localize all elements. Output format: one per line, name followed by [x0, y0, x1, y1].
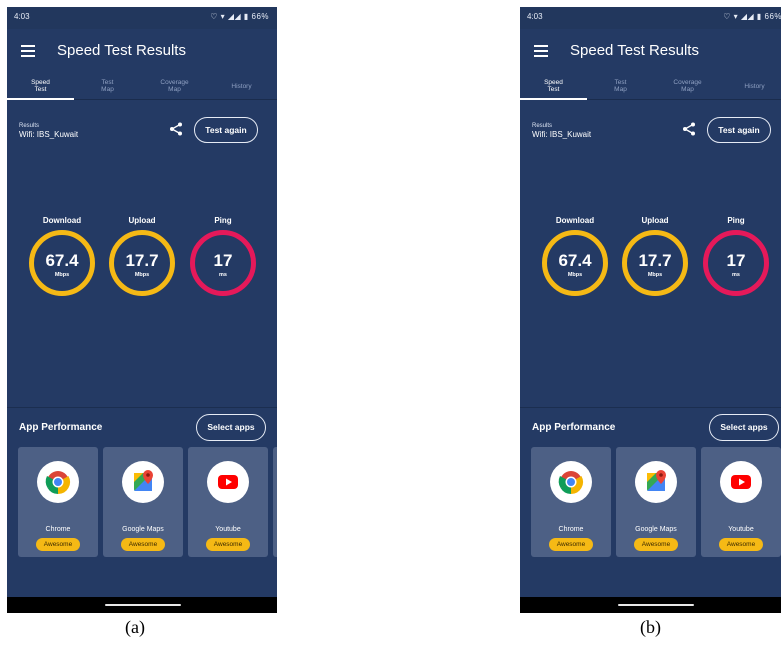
status-time: 4:03 [14, 12, 30, 21]
tab-history[interactable]: History [208, 73, 275, 99]
rating-badge-chrome: Awesome [36, 538, 80, 551]
download-metric: Download 67.4 Mbps [29, 216, 95, 296]
google-maps-icon [635, 461, 677, 503]
upload-unit: Mbps [134, 272, 150, 278]
app-card-youtube[interactable]: Youtube Awesome [701, 447, 781, 557]
download-label: Download [42, 216, 82, 225]
upload-ring: 17.7 Mbps [109, 230, 175, 296]
test-again-button[interactable]: Test again [194, 117, 258, 143]
test-again-button[interactable]: Test again [707, 117, 771, 143]
ping-label: Ping [214, 216, 232, 225]
download-value: 67.4 [558, 251, 592, 270]
app-card-youtube[interactable]: Youtube Awesome [188, 447, 268, 557]
tab-test-map[interactable]: Test Map [587, 73, 654, 99]
ping-metric: Ping 17 ms [190, 216, 256, 296]
phone-screen-b: 4:03 ♡ ▾ ◢◢ ▮ 66% Speed Test Results Spe… [520, 7, 781, 613]
ping-unit: ms [732, 272, 740, 278]
select-apps-button[interactable]: Select apps [196, 414, 266, 441]
download-label: Download [555, 216, 595, 225]
ping-metric: Ping 17 ms [703, 216, 769, 296]
rating-badge-youtube: Awesome [719, 538, 763, 551]
tab-bar: Speed Test Test Map Coverage Map History [7, 73, 277, 100]
network-name: Wifi: IBS_Kuwait [19, 130, 79, 139]
page-title: Speed Test Results [570, 42, 699, 59]
app-name-chrome: Chrome [558, 526, 584, 533]
status-bar: 4:03 ♡ ▾ ◢◢ ▮ 66% [520, 7, 781, 29]
upload-value: 17.7 [638, 251, 672, 270]
status-icons: ♡ ▾ ◢◢ ▮ 66% [723, 12, 781, 21]
tab-speed-test[interactable]: Speed Test [7, 73, 74, 100]
tab-speed-test[interactable]: Speed Test [520, 73, 587, 100]
tab-test-map[interactable]: Test Map [74, 73, 141, 99]
chrome-icon [550, 461, 592, 503]
share-icon[interactable] [169, 122, 183, 136]
download-ring: 67.4 Mbps [29, 230, 95, 296]
ping-value: 17 [213, 251, 233, 270]
status-time: 4:03 [527, 12, 543, 21]
upload-label: Upload [128, 216, 156, 225]
status-bar: 4:03 ♡ ▾ ◢◢ ▮ 66% [7, 7, 277, 29]
results-label: Results [532, 123, 553, 129]
download-unit: Mbps [54, 272, 70, 278]
ping-label: Ping [727, 216, 745, 225]
app-performance-title: App Performance [532, 422, 616, 433]
home-gesture-bar[interactable] [618, 604, 694, 606]
app-bar: Speed Test Results [520, 29, 781, 73]
app-performance-title: App Performance [19, 422, 103, 433]
app-card-chrome[interactable]: Chrome Awesome [531, 447, 611, 557]
status-icons: ♡ ▾ ◢◢ ▮ 66% [210, 12, 269, 21]
tab-coverage-map[interactable]: Coverage Map [141, 73, 208, 99]
network-name: Wifi: IBS_Kuwait [532, 130, 592, 139]
ping-value: 17 [726, 251, 746, 270]
upload-label: Upload [641, 216, 669, 225]
app-card-google-maps[interactable]: Google Maps Awesome [616, 447, 696, 557]
app-name-google-maps: Google Maps [635, 526, 677, 533]
app-card-partial[interactable] [273, 447, 277, 557]
section-divider [7, 407, 277, 408]
youtube-icon [207, 461, 249, 503]
google-maps-icon [122, 461, 164, 503]
download-value: 67.4 [45, 251, 79, 270]
rating-badge-google-maps: Awesome [121, 538, 165, 551]
ping-ring: 17 ms [190, 230, 256, 296]
app-card-chrome[interactable]: Chrome Awesome [18, 447, 98, 557]
results-label: Results [19, 123, 40, 129]
system-nav-bar [7, 597, 277, 613]
page-title: Speed Test Results [57, 42, 186, 59]
upload-value: 17.7 [125, 251, 159, 270]
caption-b: (b) [640, 617, 661, 637]
select-apps-button[interactable]: Select apps [709, 414, 779, 441]
ping-unit: ms [219, 272, 227, 278]
download-metric: Download 67.4 Mbps [542, 216, 608, 296]
app-name-chrome: Chrome [45, 526, 71, 533]
tab-bar: Speed Test Test Map Coverage Map History [520, 73, 781, 100]
system-nav-bar [520, 597, 781, 613]
ping-ring: 17 ms [703, 230, 769, 296]
upload-metric: Upload 17.7 Mbps [622, 216, 688, 296]
app-name-google-maps: Google Maps [122, 526, 164, 533]
phone-screen-a: 4:03 ♡ ▾ ◢◢ ▮ 66% Speed Test Results Spe… [7, 7, 277, 613]
menu-icon[interactable] [534, 45, 548, 57]
app-bar: Speed Test Results [7, 29, 277, 73]
rating-badge-youtube: Awesome [206, 538, 250, 551]
tab-coverage-map[interactable]: Coverage Map [654, 73, 721, 99]
home-gesture-bar[interactable] [105, 604, 181, 606]
rating-badge-google-maps: Awesome [634, 538, 678, 551]
upload-ring: 17.7 Mbps [622, 230, 688, 296]
upload-unit: Mbps [647, 272, 663, 278]
upload-metric: Upload 17.7 Mbps [109, 216, 175, 296]
tab-history[interactable]: History [721, 73, 781, 99]
menu-icon[interactable] [21, 45, 35, 57]
chrome-icon [37, 461, 79, 503]
youtube-icon [720, 461, 762, 503]
caption-a: (a) [125, 617, 145, 637]
section-divider [520, 407, 781, 408]
share-icon[interactable] [682, 122, 696, 136]
rating-badge-chrome: Awesome [549, 538, 593, 551]
download-unit: Mbps [567, 272, 583, 278]
app-name-youtube: Youtube [215, 526, 241, 533]
download-ring: 67.4 Mbps [542, 230, 608, 296]
app-name-youtube: Youtube [728, 526, 754, 533]
app-card-google-maps[interactable]: Google Maps Awesome [103, 447, 183, 557]
